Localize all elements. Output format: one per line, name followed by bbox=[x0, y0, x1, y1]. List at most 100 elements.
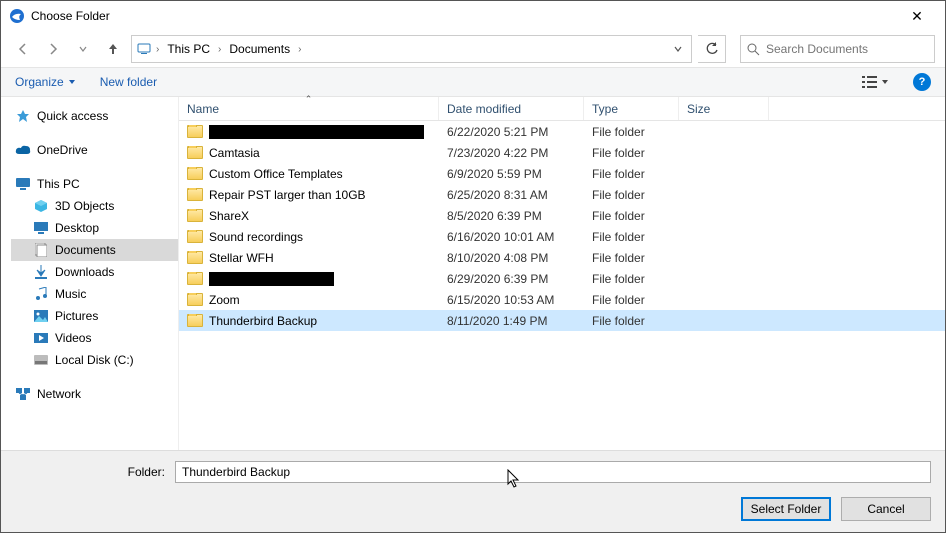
file-date: 7/23/2020 4:22 PM bbox=[439, 146, 584, 160]
file-row[interactable]: Sound recordings6/16/2020 10:01 AMFile f… bbox=[179, 226, 945, 247]
view-options[interactable] bbox=[862, 75, 889, 89]
file-date: 6/15/2020 10:53 AM bbox=[439, 293, 584, 307]
folder-icon bbox=[187, 125, 203, 138]
bottom-panel: Folder: Select Folder Cancel bbox=[1, 450, 945, 532]
file-row[interactable]: ShareX8/5/2020 6:39 PMFile folder bbox=[179, 205, 945, 226]
chevron-right-icon: › bbox=[298, 44, 301, 55]
search-input[interactable] bbox=[766, 42, 928, 56]
address-bar[interactable]: › This PC › Documents › bbox=[131, 35, 692, 63]
file-name: Thunderbird Backup bbox=[209, 314, 317, 328]
network-icon bbox=[15, 386, 31, 402]
nav-tree: Quick access OneDrive This PC 3D Objects… bbox=[1, 97, 178, 452]
main-area: Quick access OneDrive This PC 3D Objects… bbox=[1, 97, 945, 452]
tree-desktop[interactable]: Desktop bbox=[11, 217, 178, 239]
pictures-icon bbox=[33, 308, 49, 324]
file-date: 6/25/2020 8:31 AM bbox=[439, 188, 584, 202]
file-row[interactable]: 6/22/2020 5:21 PMFile folder bbox=[179, 121, 945, 142]
file-type: File folder bbox=[584, 167, 679, 181]
file-date: 6/29/2020 6:39 PM bbox=[439, 272, 584, 286]
pc-icon bbox=[136, 41, 152, 57]
file-name: ShareX bbox=[209, 209, 249, 223]
cancel-button[interactable]: Cancel bbox=[841, 497, 931, 521]
file-row[interactable]: 6/29/2020 6:39 PMFile folder bbox=[179, 268, 945, 289]
file-type: File folder bbox=[584, 251, 679, 265]
tree-this-pc[interactable]: This PC bbox=[11, 173, 178, 195]
breadcrumb-documents[interactable]: Documents bbox=[225, 40, 294, 58]
disk-icon bbox=[33, 352, 49, 368]
column-headers: Name⌃ Date modified Type Size bbox=[179, 97, 945, 121]
folder-input[interactable] bbox=[175, 461, 931, 483]
file-name: Zoom bbox=[209, 293, 240, 307]
star-icon bbox=[15, 108, 31, 124]
rows-container: 6/22/2020 5:21 PMFile folderCamtasia7/23… bbox=[179, 121, 945, 452]
col-name[interactable]: Name⌃ bbox=[179, 97, 439, 120]
up-button[interactable] bbox=[101, 37, 125, 61]
file-name: Stellar WFH bbox=[209, 251, 274, 265]
col-size[interactable]: Size bbox=[679, 97, 769, 120]
chevron-right-icon: › bbox=[156, 44, 159, 55]
file-date: 8/11/2020 1:49 PM bbox=[439, 314, 584, 328]
file-name: Sound recordings bbox=[209, 230, 303, 244]
file-row[interactable]: Zoom 6/15/2020 10:53 AMFile folder bbox=[179, 289, 945, 310]
tree-local-disk[interactable]: Local Disk (C:) bbox=[11, 349, 178, 371]
file-type: File folder bbox=[584, 125, 679, 139]
file-type: File folder bbox=[584, 188, 679, 202]
tree-pictures[interactable]: Pictures bbox=[11, 305, 178, 327]
tree-music[interactable]: Music bbox=[11, 283, 178, 305]
desktop-icon bbox=[33, 220, 49, 236]
search-box[interactable] bbox=[740, 35, 935, 63]
pc-icon bbox=[15, 176, 31, 192]
folder-icon bbox=[187, 188, 203, 201]
file-date: 8/10/2020 4:08 PM bbox=[439, 251, 584, 265]
videos-icon bbox=[33, 330, 49, 346]
tree-documents[interactable]: Documents bbox=[11, 239, 178, 261]
sort-indicator-icon: ⌃ bbox=[305, 94, 313, 105]
toolbar: Organize New folder ? bbox=[1, 67, 945, 97]
file-list: Name⌃ Date modified Type Size 6/22/2020 … bbox=[178, 97, 945, 452]
file-type: File folder bbox=[584, 293, 679, 307]
back-button[interactable] bbox=[11, 37, 35, 61]
folder-icon bbox=[187, 167, 203, 180]
cloud-icon bbox=[15, 142, 31, 158]
breadcrumb-this-pc[interactable]: This PC bbox=[163, 40, 214, 58]
organize-menu[interactable]: Organize bbox=[15, 75, 76, 89]
file-type: File folder bbox=[584, 314, 679, 328]
file-row[interactable]: Thunderbird Backup 8/11/2020 1:49 PMFile … bbox=[179, 310, 945, 331]
address-dropdown[interactable] bbox=[669, 44, 687, 54]
file-date: 6/22/2020 5:21 PM bbox=[439, 125, 584, 139]
new-folder-button[interactable]: New folder bbox=[100, 75, 157, 89]
refresh-button[interactable] bbox=[698, 35, 726, 63]
tree-onedrive[interactable]: OneDrive bbox=[11, 139, 178, 161]
redacted-text bbox=[209, 272, 334, 286]
forward-button[interactable] bbox=[41, 37, 65, 61]
col-type[interactable]: Type bbox=[584, 97, 679, 120]
tree-videos[interactable]: Videos bbox=[11, 327, 178, 349]
file-name: Custom Office Templates bbox=[209, 167, 343, 181]
file-type: File folder bbox=[584, 209, 679, 223]
recent-dropdown[interactable] bbox=[71, 37, 95, 61]
tree-network[interactable]: Network bbox=[11, 383, 178, 405]
folder-icon bbox=[187, 209, 203, 222]
file-row[interactable]: Camtasia 7/23/2020 4:22 PMFile folder bbox=[179, 142, 945, 163]
file-type: File folder bbox=[584, 272, 679, 286]
tree-downloads[interactable]: Downloads bbox=[11, 261, 178, 283]
thunderbird-icon bbox=[9, 8, 25, 24]
redacted-text bbox=[209, 125, 424, 139]
help-button[interactable]: ? bbox=[913, 73, 931, 91]
select-folder-button[interactable]: Select Folder bbox=[741, 497, 831, 521]
file-name: Camtasia bbox=[209, 146, 260, 160]
folder-label: Folder: bbox=[15, 465, 165, 479]
folder-icon bbox=[187, 314, 203, 327]
nav-row: › This PC › Documents › bbox=[1, 31, 945, 67]
file-type: File folder bbox=[584, 146, 679, 160]
tree-quick-access[interactable]: Quick access bbox=[11, 105, 178, 127]
close-button[interactable]: ✕ bbox=[897, 8, 937, 25]
documents-icon bbox=[33, 242, 49, 258]
folder-icon bbox=[187, 146, 203, 159]
col-date[interactable]: Date modified bbox=[439, 97, 584, 120]
file-row[interactable]: Custom Office Templates6/9/2020 5:59 PMF… bbox=[179, 163, 945, 184]
file-row[interactable]: Stellar WFH 8/10/2020 4:08 PMFile folder bbox=[179, 247, 945, 268]
file-row[interactable]: Repair PST larger than 10GB6/25/2020 8:3… bbox=[179, 184, 945, 205]
tree-3d-objects[interactable]: 3D Objects bbox=[11, 195, 178, 217]
file-date: 6/16/2020 10:01 AM bbox=[439, 230, 584, 244]
